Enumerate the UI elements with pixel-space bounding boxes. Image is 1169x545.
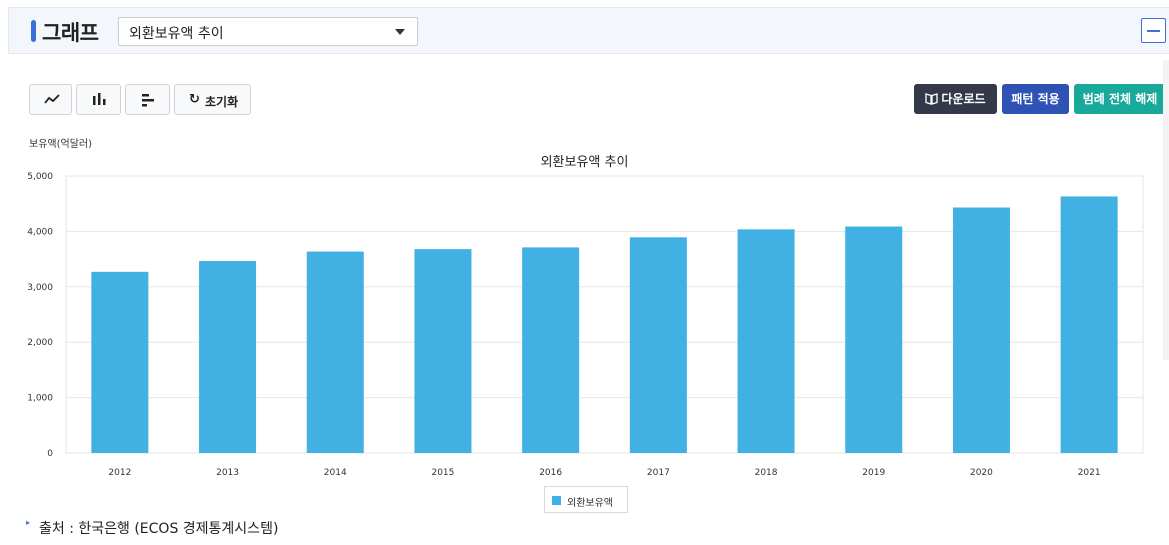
y-tick-label: 2,000 [27,338,53,348]
y-tick-label: 1,000 [27,394,53,404]
y-tick-label: 5,000 [27,172,53,182]
chart-legend-item[interactable]: 외환보유액 [544,486,628,513]
legend-swatch [552,496,561,505]
bar [414,249,472,453]
x-tick-label: 2021 [1078,468,1101,478]
bar [952,207,1010,453]
source-text: 출처 : 한국은행 (ECOS 경제통계시스템) [39,521,279,537]
x-tick-label: 2016 [539,468,562,478]
x-tick-label: 2017 [647,468,670,478]
bar [1060,196,1118,453]
bar [91,271,149,453]
x-tick-label: 2012 [108,468,131,478]
y-tick-label: 4,000 [27,227,53,237]
x-tick-label: 2018 [755,468,778,478]
x-tick-label: 2019 [862,468,885,478]
y-tick-label: 0 [47,449,53,459]
x-tick-label: 2015 [431,468,454,478]
bar [629,237,687,453]
y-tick-label: 3,000 [27,283,53,293]
x-tick-label: 2014 [324,468,347,478]
bar [199,261,257,453]
bar [737,229,795,453]
scrollbar[interactable] [1163,60,1169,360]
legend-label: 외환보유액 [567,498,613,509]
bar [522,247,580,453]
x-tick-label: 2013 [216,468,239,478]
x-tick-label: 2020 [970,468,993,478]
bar [845,226,903,453]
bar [306,251,364,453]
bar-chart: 0 1,000 2,000 3,000 4,000 5,000 2012 2013 2014 20… [27,172,1144,478]
source-note: ▸ 출처 : 한국은행 (ECOS 경제통계시스템) [26,518,279,538]
bullet-icon: ▸ [26,518,31,527]
